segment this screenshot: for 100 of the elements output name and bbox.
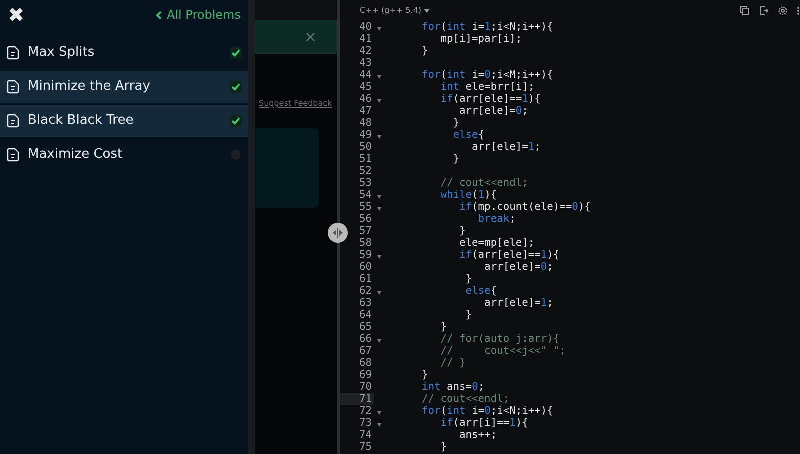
code-line: else{ — [452, 129, 485, 141]
line-number: 53 — [358, 177, 373, 189]
line-number: 42 — [358, 45, 373, 57]
line-number: 52 — [358, 165, 373, 177]
line-number: 48 — [358, 117, 373, 129]
line-number: 46 — [358, 93, 373, 105]
code-line: if(arr[ele]==1){ — [458, 249, 560, 261]
code-line: if(arr[i]==1){ — [440, 417, 528, 429]
document-icon — [6, 114, 20, 128]
line-number: 74 — [358, 429, 373, 441]
fold-icon[interactable] — [376, 411, 382, 416]
line-number: 40 — [358, 21, 373, 33]
code-line: for(int i=0;i<N;i++){ — [421, 405, 554, 417]
code-line: int ans=0; — [421, 381, 485, 393]
code-line: // cout<<j<<" "; — [440, 345, 566, 357]
line-number: 50 — [358, 141, 373, 153]
code-line: } — [440, 441, 448, 453]
line-number: 67 — [358, 345, 373, 357]
line-number: 64 — [358, 309, 373, 321]
line-number: 72 — [358, 405, 373, 417]
code-line: } — [452, 117, 460, 129]
code-line: // cout<<endl; — [421, 393, 510, 405]
fold-icon[interactable] — [376, 339, 382, 344]
document-icon — [6, 46, 20, 60]
line-number: 59 — [358, 249, 373, 261]
code-line: } — [452, 153, 460, 165]
problem-item[interactable]: Max Splits — [0, 37, 248, 69]
fold-icon[interactable] — [376, 195, 382, 200]
code-line: } — [421, 45, 428, 57]
code-line: // for(auto j:arr){ — [440, 333, 560, 345]
code-line: arr[ele]=1; — [484, 297, 554, 309]
line-number: 75 — [358, 441, 373, 453]
line-number: 69 — [358, 369, 373, 381]
line-number: 62 — [358, 285, 373, 297]
code-line: mp[i]=par[i]; — [440, 33, 522, 45]
fold-icon[interactable] — [376, 27, 382, 32]
code-line: } — [464, 273, 472, 285]
code-line: arr[ele]=1; — [471, 141, 541, 153]
code-line: break; — [477, 213, 516, 225]
line-number: 66 — [358, 333, 373, 345]
line-number: 70 — [358, 381, 373, 393]
code-line: while(1){ — [440, 189, 498, 201]
chevron-left-icon — [156, 10, 162, 20]
fold-icon[interactable] — [376, 99, 382, 104]
code-line: ans++; — [458, 429, 498, 441]
line-number: 63 — [358, 297, 373, 309]
line-number: 57 — [358, 225, 373, 237]
document-icon — [6, 148, 20, 162]
close-icon[interactable]: ✖ — [8, 5, 25, 25]
problem-item[interactable]: Minimize the Array — [0, 71, 248, 103]
code-line: for(int i=1;i<N;i++){ — [421, 21, 554, 33]
line-number: 43 — [358, 57, 373, 69]
fold-icon[interactable] — [376, 75, 382, 80]
fold-icon[interactable] — [376, 423, 382, 428]
code-line: ele=mp[ele]; — [458, 237, 535, 249]
line-number: 54 — [358, 189, 373, 201]
code-line: } — [440, 321, 448, 333]
code-line: // cout<<endl; — [440, 177, 528, 189]
copy-icon[interactable] — [740, 6, 750, 16]
code-line: arr[ele]=0; — [458, 105, 528, 117]
line-number: 65 — [358, 321, 373, 333]
line-number: 56 — [358, 213, 373, 225]
code-line: for(int i=0;i<M;i++){ — [421, 69, 554, 81]
fold-icon[interactable] — [376, 135, 382, 140]
problem-item[interactable]: Maximize Cost — [0, 139, 248, 171]
code-line: } — [464, 309, 472, 321]
document-icon — [6, 80, 20, 94]
line-number: 47 — [358, 105, 373, 117]
settings-icon[interactable] — [778, 6, 788, 16]
feedback-link[interactable]: Suggest Feedback — [259, 98, 337, 110]
exit-icon[interactable] — [759, 6, 769, 16]
split-arrows-icon — [332, 228, 344, 238]
line-number: 51 — [358, 153, 373, 165]
code-line: int ele=brr[i]; — [440, 81, 535, 93]
line-number: 49 — [358, 129, 373, 141]
line-number: 61 — [358, 273, 373, 285]
code-line: if(arr[ele]==1){ — [440, 93, 541, 105]
code-line: } — [421, 369, 428, 381]
line-number: 55 — [358, 201, 373, 213]
line-number: 58 — [358, 237, 373, 249]
line-number: 60 — [358, 261, 373, 273]
code-line: // } — [440, 357, 466, 369]
problem-item[interactable]: Black Black Tree — [0, 105, 248, 137]
line-number: 41 — [358, 33, 373, 45]
code-line: if(mp.count(ele)==0){ — [458, 201, 591, 213]
line-number: 44 — [358, 69, 373, 81]
fold-icon[interactable] — [376, 207, 382, 212]
code-line: else{ — [464, 285, 498, 297]
fold-icon[interactable] — [376, 255, 382, 260]
line-number: 45 — [358, 81, 373, 93]
fold-icon[interactable] — [376, 291, 382, 296]
line-number: 71 — [340, 393, 374, 405]
code-line: arr[ele]=0; — [484, 261, 554, 273]
language-dropdown[interactable]: C++ (g++ 5.4) — [360, 4, 430, 16]
more-icon[interactable] — [797, 6, 800, 16]
back-link[interactable]: All Problems — [156, 6, 241, 24]
line-number: 68 — [358, 357, 373, 369]
line-number: 73 — [358, 417, 373, 429]
caret-icon — [424, 8, 430, 12]
code-line: } — [458, 225, 466, 237]
